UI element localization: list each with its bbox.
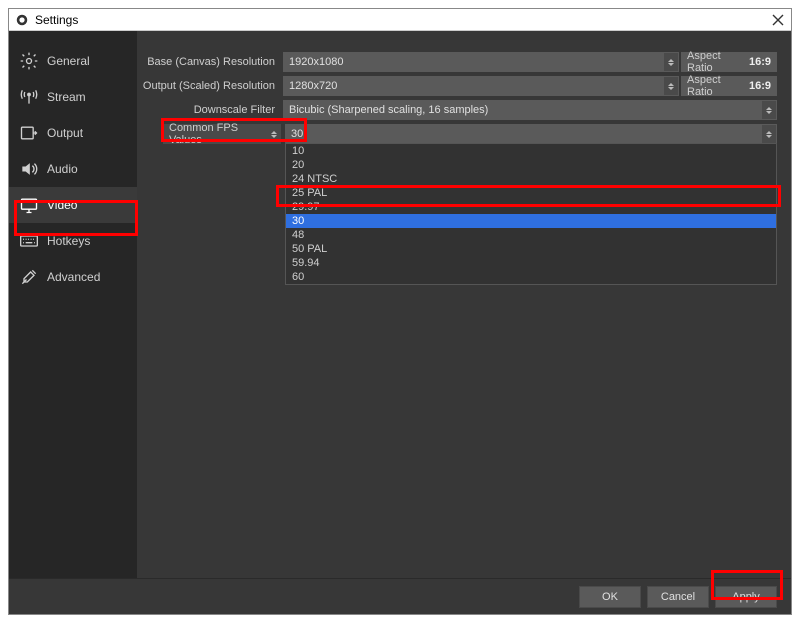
sidebar-item-label: Output [47,126,83,140]
output-icon [19,123,39,143]
sidebar-item-advanced[interactable]: Advanced [9,259,137,295]
sidebar-item-label: Audio [47,162,78,176]
base-resolution-label: Base (Canvas) Resolution [137,56,283,68]
output-resolution-label: Output (Scaled) Resolution [137,80,283,92]
titlebar: Settings [9,9,791,31]
fps-option[interactable]: 25 PAL [286,186,776,200]
fps-dropdown[interactable]: 102024 NTSC25 PAL29.97304850 PAL59.9460 [285,143,777,285]
base-aspect: Aspect Ratio 16:9 [681,52,777,72]
fps-option[interactable]: 60 [286,270,776,284]
main-pane: Base (Canvas) Resolution 1920x1080 Aspec… [137,31,791,578]
fps-option[interactable]: 50 PAL [286,242,776,256]
fps-option[interactable]: 48 [286,228,776,242]
sidebar-item-label: Advanced [47,270,100,284]
ok-button[interactable]: OK [579,586,641,608]
output-resolution-select[interactable]: 1280x720 [283,76,679,96]
fps-mode-select[interactable]: Common FPS Values [163,124,281,144]
chevron-updown-icon [762,101,776,119]
gear-icon [19,51,39,71]
chevron-updown-icon [664,77,678,95]
fps-option[interactable]: 59.94 [286,256,776,270]
apply-button[interactable]: Apply [715,586,777,608]
speaker-icon [19,159,39,179]
sidebar-item-label: General [47,54,90,68]
chevron-updown-icon [664,53,678,71]
cancel-button[interactable]: Cancel [647,586,709,608]
fps-option[interactable]: 29.97 [286,200,776,214]
fps-option[interactable]: 20 [286,158,776,172]
tools-icon [19,267,39,287]
antenna-icon [19,87,39,107]
sidebar-item-video[interactable]: Video [9,187,137,223]
sidebar-item-general[interactable]: General [9,43,137,79]
fps-option[interactable]: 24 NTSC [286,172,776,186]
monitor-icon [19,195,39,215]
sidebar-item-label: Stream [47,90,86,104]
downscale-filter-value: Bicubic (Sharpened scaling, 16 samples) [289,104,488,116]
fps-value-select[interactable]: 30 [285,124,777,144]
app-icon [15,13,29,27]
fps-option[interactable]: 10 [286,144,776,158]
output-aspect: Aspect Ratio 16:9 [681,76,777,96]
close-button[interactable] [771,13,785,27]
output-resolution-value: 1280x720 [289,80,337,92]
downscale-filter-label: Downscale Filter [137,104,283,116]
settings-window: Settings General Stream O [8,8,792,615]
chevron-updown-icon [762,125,776,143]
base-resolution-value: 1920x1080 [289,56,343,68]
fps-value: 30 [291,128,303,140]
downscale-filter-select[interactable]: Bicubic (Sharpened scaling, 16 samples) [283,100,777,120]
window-title: Settings [35,13,771,27]
sidebar-item-label: Video [47,198,77,212]
chevron-updown-icon [268,125,280,143]
keyboard-icon [19,231,39,251]
sidebar-item-stream[interactable]: Stream [9,79,137,115]
sidebar-item-hotkeys[interactable]: Hotkeys [9,223,137,259]
sidebar-item-audio[interactable]: Audio [9,151,137,187]
sidebar-item-output[interactable]: Output [9,115,137,151]
sidebar: General Stream Output Audio [9,31,137,578]
fps-option[interactable]: 30 [286,214,776,228]
sidebar-item-label: Hotkeys [47,234,90,248]
footer: OK Cancel Apply [9,578,791,614]
base-resolution-select[interactable]: 1920x1080 [283,52,679,72]
